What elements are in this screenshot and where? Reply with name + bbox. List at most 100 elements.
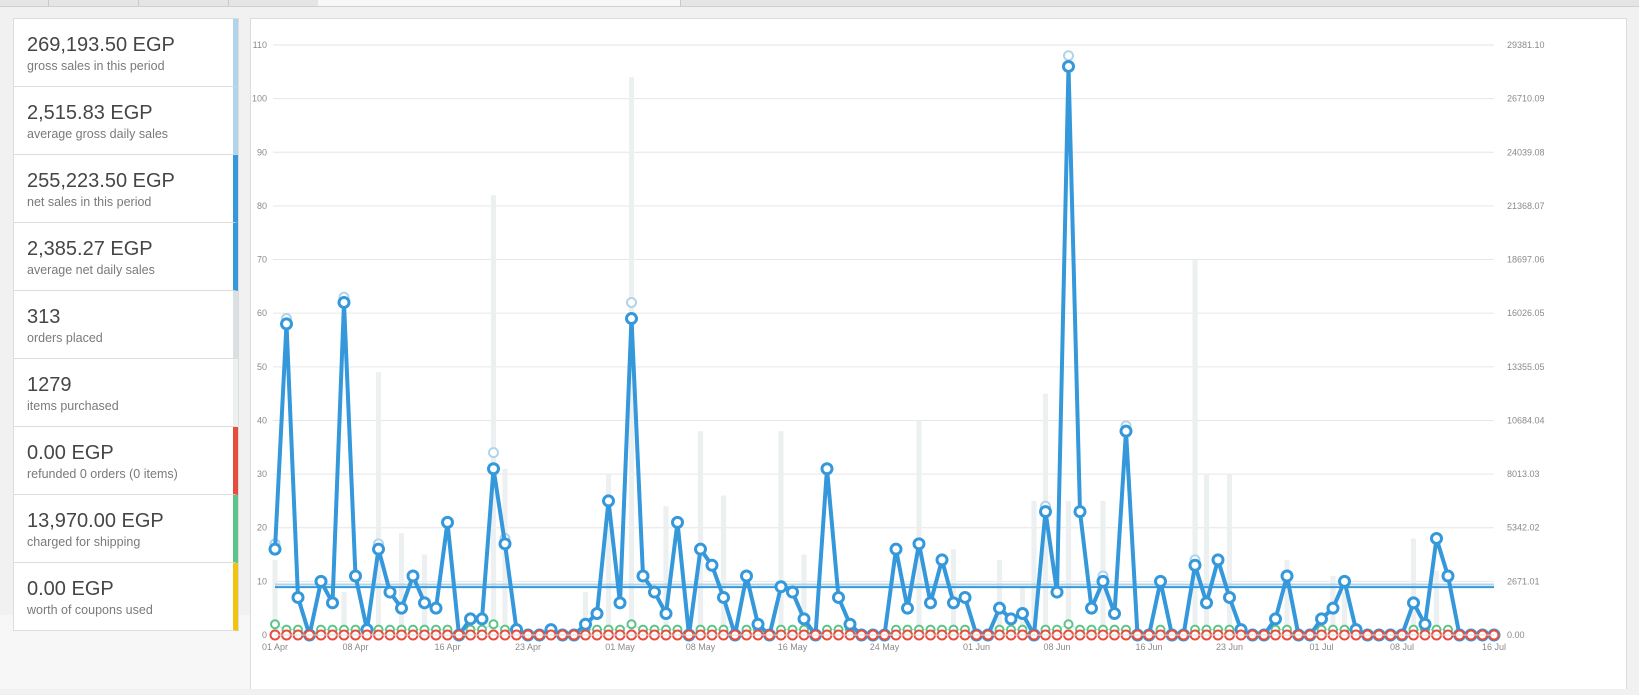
net-point [832,590,845,604]
net-point [625,312,638,326]
legend-item[interactable]: 269,193.50 EGP gross sales in this period [14,19,238,87]
net-point [337,295,351,309]
net-point [579,617,592,631]
chart-legend: 269,193.50 EGP gross sales in this period… [13,18,239,631]
x-tick-label: 08 May [686,642,716,652]
net-point [694,542,707,556]
net-point [1085,601,1098,615]
y-right-tick-label: 26710.09 [1507,94,1545,104]
legend-item[interactable]: 2,385.27 EGP average net daily sales [14,223,238,291]
net-point [924,596,937,610]
legend-item[interactable]: 0.00 EGP refunded 0 orders (0 items) [14,427,238,495]
x-tick-label: 08 Jul [1390,642,1414,652]
legend-value: 1279 [27,374,72,396]
legend-label: gross sales in this period [27,59,165,73]
legend-label: net sales in this period [27,195,152,209]
net-point [314,574,328,588]
net-point [1269,612,1282,626]
legend-value: 13,970.00 EGP [27,510,164,532]
tab-active[interactable] [318,0,681,6]
items-purchased-bar [720,495,727,635]
items-purchased-bar [1065,500,1072,635]
x-tick-label: 01 Jul [1309,642,1333,652]
legend-value: 255,223.50 EGP [27,170,175,192]
net-point [1108,607,1121,621]
net-point [590,607,604,621]
charged-point [1063,619,1074,630]
legend-item[interactable]: 255,223.50 EGP net sales in this period [14,155,238,223]
net-point [1338,574,1351,588]
legend-item[interactable]: 13,970.00 EGP charged for shipping [14,495,238,563]
legend-label: worth of coupons used [27,603,153,617]
net-point [912,537,926,551]
net-point [1073,505,1087,519]
net-point [1315,612,1328,626]
tab[interactable] [228,0,319,6]
net-point [659,607,673,621]
y-right-tick-label: 10684.04 [1507,415,1545,425]
legend-label: average net daily sales [27,263,155,277]
legend-item[interactable]: 0.00 EGP worth of coupons used [14,563,238,631]
x-tick-label: 16 Jun [1135,642,1162,652]
items-purchased-bar [697,431,704,635]
net-point [291,590,305,604]
items-purchased-bar [778,431,784,635]
y-right-tick-label: 16026.05 [1507,308,1545,318]
net-point [820,462,834,476]
gross-point [1063,50,1074,62]
net-point [751,617,765,631]
x-tick-label: 08 Jun [1043,642,1070,652]
x-tick-label: 23 Jun [1216,642,1243,652]
items-purchased-bar [996,559,1003,635]
net-point [797,612,811,626]
y-right-tick-label: 21368.07 [1507,201,1545,211]
gross-point [488,447,499,459]
net-point [349,569,362,583]
x-tick-label: 16 May [778,642,808,652]
net-point [441,515,454,529]
legend-item[interactable]: 1279 items purchased [14,359,238,427]
net-point [1430,531,1443,545]
items-purchased-bar [916,420,922,635]
net-point [475,612,489,626]
x-tick-label: 16 Apr [434,642,460,652]
legend-item[interactable]: 2,515.83 EGP average gross daily sales [14,87,238,155]
legend-item[interactable]: 313 orders placed [14,291,238,359]
legend-value: 0.00 EGP [27,442,114,464]
y-right-tick-label: 18697.06 [1507,255,1545,265]
x-tick-label: 16 Jul [1482,642,1506,652]
net-point [1441,569,1455,583]
sales-chart: 0 10 20 30 40 50 60 70 80 90 100 110 0.00 2671.01 5342… [252,40,1545,652]
y-left-tick-label: 20 [257,523,267,533]
y-left-tick-label: 0 [262,630,267,640]
legend-value: 313 [27,306,61,328]
items-purchased-bar [1100,500,1106,635]
y-right-tick-label: 13355.05 [1507,362,1545,372]
y-right-tick-label: 24039.08 [1507,147,1545,157]
items-purchased-bar [490,195,497,635]
charged-point [626,619,637,630]
net-point [326,596,339,610]
net-point [1154,574,1167,588]
legend-value: 0.00 EGP [27,578,114,600]
net-point [498,537,512,551]
tab[interactable] [0,0,49,6]
net-point [993,601,1006,615]
y-left-tick-label: 50 [257,362,267,372]
net-point [1016,607,1029,621]
legend-label: refunded 0 orders (0 items) [27,467,178,481]
x-tick-label: 01 Apr [262,642,288,652]
net-point [464,612,477,626]
legend-label: charged for shipping [27,535,141,549]
x-tick-label: 24 May [870,642,900,652]
net-point [602,494,615,508]
y-left-tick-label: 10 [257,576,267,586]
net-point [947,596,960,610]
charged-point [488,619,499,630]
tab[interactable] [138,0,229,6]
net-point [383,585,397,599]
legend-label: average gross daily sales [27,127,169,141]
tab[interactable] [48,0,139,6]
x-tick-label: 23 Apr [515,642,541,652]
net-point [843,617,857,631]
